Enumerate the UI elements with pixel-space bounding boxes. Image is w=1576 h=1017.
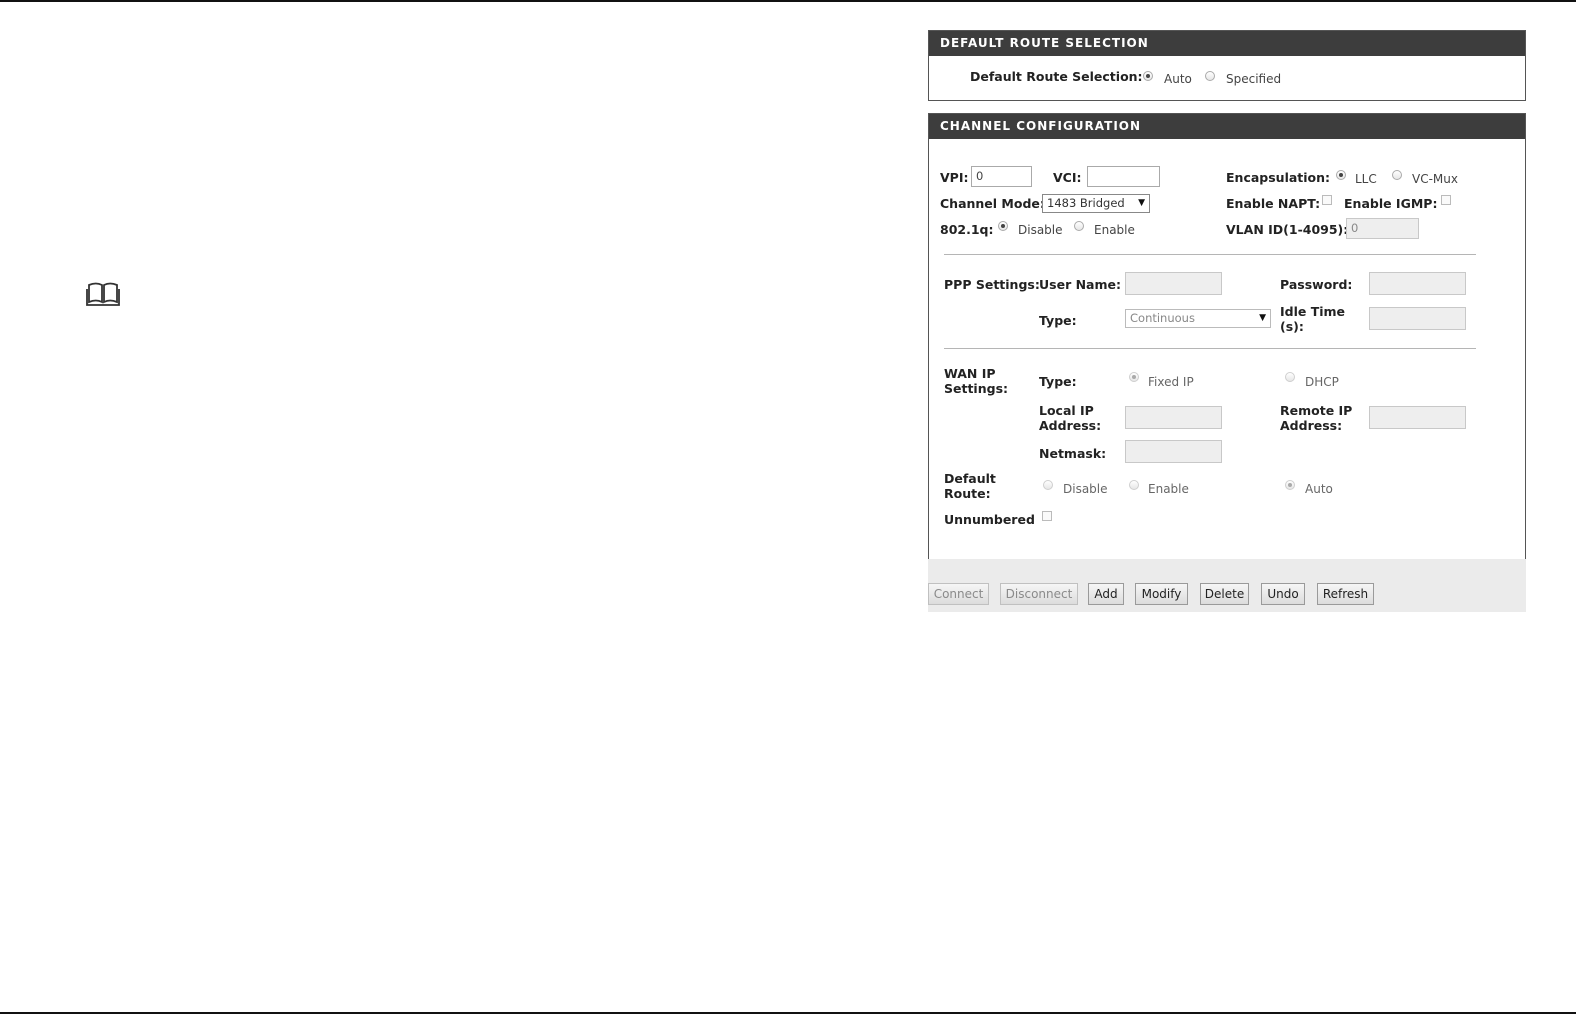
wan-route-disable-label: Disable	[1063, 482, 1108, 496]
vlan-label: 802.1q:	[940, 222, 994, 237]
netmask-input[interactable]	[1125, 440, 1222, 463]
vlan-id-input[interactable]: 0	[1346, 218, 1419, 239]
local-ip-label: Local IP	[1039, 403, 1094, 418]
default-route-specified-radio[interactable]	[1205, 71, 1215, 81]
wan-dhcp-label: DHCP	[1305, 375, 1339, 389]
divider	[944, 348, 1476, 349]
ppp-username-label: User Name:	[1039, 277, 1121, 292]
wan-ip-type-label: Type:	[1039, 374, 1077, 389]
wan-route-disable-radio[interactable]	[1043, 480, 1053, 490]
encapsulation-label: Encapsulation:	[1226, 170, 1331, 185]
channel-mode-select[interactable]: 1483 Bridged ▼	[1042, 194, 1150, 213]
default-route-auto-radio[interactable]	[1143, 71, 1153, 81]
default-route-row-label-2: Route:	[944, 486, 991, 501]
wan-route-auto-radio[interactable]	[1285, 480, 1295, 490]
encap-llc-label: LLC	[1355, 172, 1377, 186]
vci-label: VCI:	[1053, 170, 1082, 185]
add-button[interactable]: Add	[1088, 583, 1124, 605]
channel-mode-label: Channel Mode:	[940, 196, 1045, 211]
unnumbered-label: Unnumbered	[944, 512, 1035, 527]
remote-ip-label: Remote IP	[1280, 403, 1353, 418]
ppp-password-input[interactable]	[1369, 272, 1466, 295]
wan-ip-label: WAN IP	[944, 366, 996, 381]
default-route-auto-label: Auto	[1164, 72, 1192, 86]
enable-igmp-checkbox[interactable]	[1441, 195, 1451, 205]
default-route-label: Default Route Selection:	[970, 69, 1143, 84]
vci-input[interactable]	[1087, 166, 1160, 187]
ppp-type-label: Type:	[1039, 313, 1077, 328]
wan-dhcp-radio[interactable]	[1285, 372, 1295, 382]
vpi-input[interactable]: 0	[971, 166, 1032, 187]
local-ip-input[interactable]	[1125, 406, 1222, 429]
vlan-disable-label: Disable	[1018, 223, 1063, 237]
unnumbered-checkbox[interactable]	[1042, 511, 1052, 521]
top-rule	[0, 0, 1576, 2]
encap-llc-radio[interactable]	[1336, 170, 1346, 180]
ppp-type-select[interactable]: Continuous ▼	[1125, 309, 1271, 328]
default-route-row-label: Default	[944, 471, 996, 486]
ppp-username-input[interactable]	[1125, 272, 1222, 295]
local-ip-address-label: Address:	[1039, 418, 1102, 433]
vlan-id-label: VLAN ID(1-4095):	[1226, 222, 1349, 237]
encap-vcmux-label: VC-Mux	[1412, 172, 1458, 186]
enable-igmp-label: Enable IGMP:	[1344, 196, 1438, 211]
wan-route-enable-label: Enable	[1148, 482, 1189, 496]
remote-ip-input[interactable]	[1369, 406, 1466, 429]
refresh-button[interactable]: Refresh	[1317, 583, 1374, 605]
button-bar: Connect Disconnect Add Modify Delete Und…	[928, 559, 1526, 612]
divider	[944, 254, 1476, 255]
default-route-panel: DEFAULT ROUTE SELECTION Default Route Se…	[928, 30, 1526, 101]
disconnect-button[interactable]: Disconnect	[1000, 583, 1078, 605]
vlan-enable-radio[interactable]	[1074, 221, 1084, 231]
wan-fixed-ip-label: Fixed IP	[1148, 375, 1194, 389]
connect-button[interactable]: Connect	[928, 583, 989, 605]
default-route-header: DEFAULT ROUTE SELECTION	[929, 31, 1525, 56]
channel-mode-value: 1483 Bridged	[1047, 196, 1125, 210]
channel-config-header: CHANNEL CONFIGURATION	[929, 114, 1525, 139]
undo-button[interactable]: Undo	[1261, 583, 1305, 605]
delete-button[interactable]: Delete	[1200, 583, 1249, 605]
bottom-rule	[0, 1012, 1576, 1014]
vlan-disable-radio[interactable]	[998, 221, 1008, 231]
vlan-enable-label: Enable	[1094, 223, 1135, 237]
channel-config-panel: CHANNEL CONFIGURATION VPI: 0 VCI: Encaps…	[928, 113, 1526, 569]
encap-vcmux-radio[interactable]	[1392, 170, 1402, 180]
wan-fixed-ip-radio[interactable]	[1129, 372, 1139, 382]
default-route-specified-label: Specified	[1226, 72, 1282, 86]
idle-time-input[interactable]	[1369, 307, 1466, 330]
ppp-type-value: Continuous	[1130, 311, 1195, 325]
ppp-password-label: Password:	[1280, 277, 1353, 292]
netmask-label: Netmask:	[1039, 446, 1107, 461]
idle-time-label: Idle Time	[1280, 304, 1346, 319]
chevron-down-icon: ▼	[1138, 198, 1145, 208]
wan-route-enable-radio[interactable]	[1129, 480, 1139, 490]
wan-ip-settings-label: Settings:	[944, 381, 1009, 396]
wan-route-auto-label: Auto	[1305, 482, 1333, 496]
enable-napt-checkbox[interactable]	[1322, 195, 1332, 205]
idle-time-unit-label: (s):	[1280, 319, 1304, 334]
modify-button[interactable]: Modify	[1135, 583, 1188, 605]
book-icon	[86, 282, 120, 306]
remote-ip-address-label: Address:	[1280, 418, 1343, 433]
vpi-label: VPI:	[940, 170, 969, 185]
ppp-settings-label: PPP Settings:	[944, 277, 1040, 292]
enable-napt-label: Enable NAPT:	[1226, 196, 1321, 211]
chevron-down-icon: ▼	[1259, 313, 1266, 323]
